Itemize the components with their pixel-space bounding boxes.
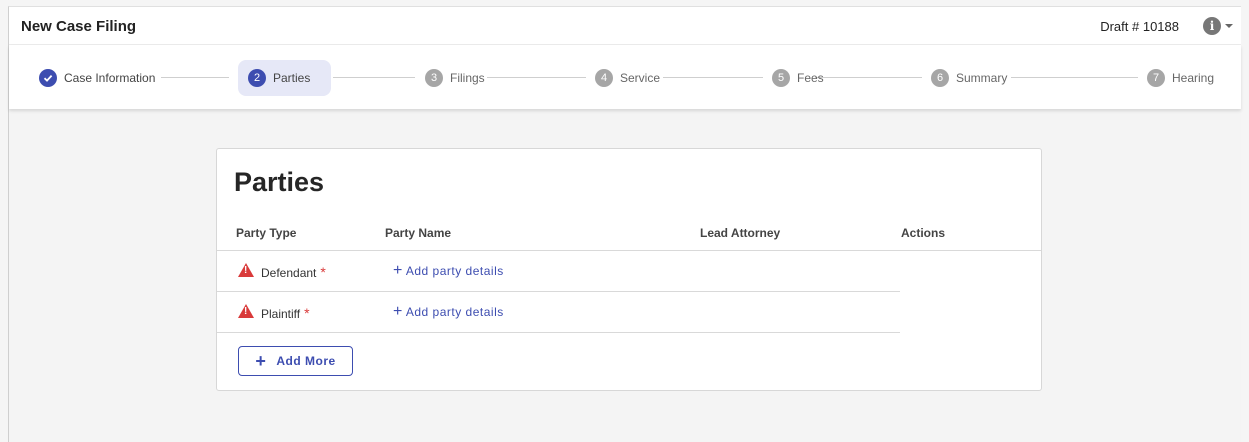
party-type-label: Defendant * <box>261 264 326 280</box>
step-number: 2 <box>248 69 266 87</box>
step-label: Summary <box>956 71 1008 85</box>
step-number: 5 <box>772 69 790 87</box>
warning-icon <box>238 304 254 318</box>
step-label: Case Information <box>64 71 156 85</box>
add-party-details-link[interactable]: + Add party details <box>393 303 504 320</box>
app-frame: New Case Filing Draft # 10188 i Case Inf… <box>8 6 1241 442</box>
step-filings[interactable]: 3 Filings <box>425 60 485 96</box>
draft-number: Draft # 10188 <box>1100 19 1179 34</box>
step-service[interactable]: 4 Service <box>595 60 660 96</box>
party-type-label: Plaintiff * <box>261 305 310 321</box>
step-case-information[interactable]: Case Information <box>39 60 155 96</box>
step-connector <box>161 77 229 78</box>
add-party-details-link[interactable]: + Add party details <box>393 262 504 279</box>
info-icon[interactable]: i <box>1203 17 1221 35</box>
parties-card: Parties Party Type Party Name Lead Attor… <box>216 148 1042 391</box>
stepper: Case Information 2 Parties 3 Filings 4 S… <box>9 45 1241 109</box>
chevron-down-icon[interactable] <box>1225 24 1233 28</box>
column-header-party-type: Party Type <box>236 226 297 240</box>
table-row: Plaintiff* +Add party details <box>217 292 900 332</box>
add-more-button[interactable]: + Add More <box>238 346 353 376</box>
step-number: 7 <box>1147 69 1165 87</box>
step-hearing[interactable]: 7 Hearing <box>1147 60 1214 96</box>
row-divider <box>217 332 900 333</box>
step-label: Parties <box>273 71 311 85</box>
step-fees[interactable]: 5 Fees <box>772 60 824 96</box>
step-parties[interactable]: 2 Parties <box>238 60 331 96</box>
step-connector <box>1011 77 1138 78</box>
check-circle-icon <box>39 69 57 87</box>
step-label: Service <box>620 71 661 85</box>
step-label: Fees <box>797 71 824 85</box>
column-header-party-name: Party Name <box>385 226 452 240</box>
step-number: 4 <box>595 69 613 87</box>
step-connector <box>663 77 763 78</box>
required-marker: * <box>304 305 310 321</box>
step-summary[interactable]: 6 Summary <box>931 60 1007 96</box>
top-bar: New Case Filing Draft # 10188 i <box>9 7 1241 45</box>
step-connector <box>815 77 922 78</box>
step-number: 6 <box>931 69 949 87</box>
column-header-lead-attorney: Lead Attorney <box>700 226 781 240</box>
plus-icon: + <box>255 351 267 371</box>
step-connector <box>333 77 415 78</box>
table-row: Defendant* +Add party details <box>217 251 900 291</box>
step-label: Filings <box>450 71 485 85</box>
warning-icon <box>238 263 254 277</box>
page-title: New Case Filing <box>21 18 137 35</box>
step-connector <box>487 77 586 78</box>
step-number: 3 <box>425 69 443 87</box>
plus-icon: + <box>393 262 403 279</box>
section-title: Parties <box>234 167 325 197</box>
step-label: Hearing <box>1172 71 1215 85</box>
required-marker: * <box>320 264 326 280</box>
plus-icon: + <box>393 303 403 320</box>
column-header-actions: Actions <box>901 226 946 240</box>
